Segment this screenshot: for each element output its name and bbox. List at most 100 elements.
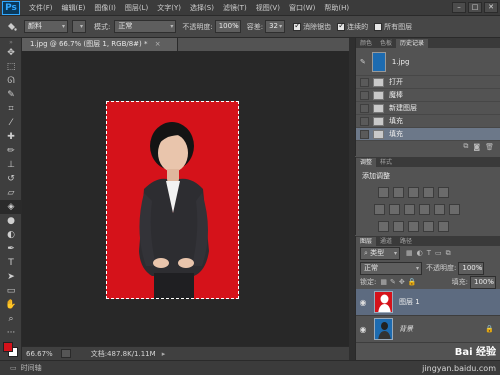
- tab-color[interactable]: 颜色: [356, 39, 376, 48]
- crop-tool-icon[interactable]: ⌗: [0, 102, 22, 116]
- tab-layers[interactable]: 图层: [356, 237, 377, 246]
- menu-help[interactable]: 帮助(H): [324, 3, 349, 13]
- lasso-tool-icon[interactable]: ᘏ: [0, 74, 22, 88]
- path-select-tool-icon[interactable]: ➤: [0, 270, 22, 284]
- more-tools-icon[interactable]: ···: [0, 326, 22, 340]
- history-source-box[interactable]: [360, 103, 369, 113]
- eraser-tool-icon[interactable]: ▱: [0, 186, 22, 200]
- vibrance-icon[interactable]: [438, 187, 449, 198]
- foreground-color-swatch[interactable]: [3, 342, 13, 352]
- timeline-label[interactable]: 时间轴: [21, 363, 42, 373]
- camera-icon[interactable]: ◙: [473, 143, 480, 151]
- layer-row[interactable]: ◉ 背景 🔒: [356, 316, 500, 343]
- selective-color-icon[interactable]: [438, 221, 449, 232]
- trash-icon[interactable]: 🗑: [485, 143, 494, 151]
- exposure-icon[interactable]: [423, 187, 434, 198]
- visibility-eye-icon[interactable]: ◉: [356, 298, 370, 307]
- menu-image[interactable]: 图像(I): [94, 3, 116, 13]
- pen-tool-icon[interactable]: ✒: [0, 242, 22, 256]
- type-tool-icon[interactable]: T: [0, 256, 22, 270]
- filter-type-icon[interactable]: T: [427, 249, 431, 258]
- tab-styles[interactable]: 样式: [376, 158, 396, 167]
- tab-history[interactable]: 历史记录: [396, 39, 429, 48]
- levels-icon[interactable]: [393, 187, 404, 198]
- shape-tool-icon[interactable]: ▭: [0, 284, 22, 298]
- menu-select[interactable]: 选择(S): [190, 3, 214, 13]
- zoom-level[interactable]: 66.67%: [26, 350, 53, 358]
- tolerance-input[interactable]: 32: [265, 20, 286, 33]
- menu-window[interactable]: 窗口(W): [289, 3, 315, 13]
- layer-name[interactable]: 背景: [399, 324, 413, 334]
- filter-smart-icon[interactable]: ⧉: [446, 249, 451, 258]
- blend-mode-select[interactable]: 正常: [360, 261, 422, 275]
- history-item[interactable]: 打开: [356, 76, 500, 89]
- maximize-button[interactable]: □: [468, 2, 482, 13]
- status-menu-icon[interactable]: [60, 349, 71, 358]
- opacity-input[interactable]: 100%: [214, 20, 241, 33]
- lock-icons[interactable]: ▦✎✥🔒: [380, 278, 419, 286]
- tab-adjustments[interactable]: 调整: [356, 158, 377, 167]
- new-doc-from-state-icon[interactable]: ⧉: [463, 142, 468, 151]
- history-item[interactable]: 填充: [356, 115, 500, 128]
- invert-icon[interactable]: [378, 221, 389, 232]
- tab-paths[interactable]: 路径: [396, 237, 416, 246]
- history-source-box[interactable]: [360, 90, 369, 100]
- stamp-tool-icon[interactable]: ⊥: [0, 158, 22, 172]
- channel-mixer-icon[interactable]: [434, 204, 445, 215]
- menu-type[interactable]: 文字(Y): [157, 3, 181, 13]
- eyedropper-tool-icon[interactable]: ⁄: [0, 116, 22, 130]
- layer-opacity-input[interactable]: 100%: [458, 261, 485, 275]
- move-tool-icon[interactable]: ✥: [0, 46, 22, 60]
- history-snapshot[interactable]: ✎ 1.jpg: [356, 48, 500, 76]
- healing-tool-icon[interactable]: ✚: [0, 130, 22, 144]
- posterize-icon[interactable]: [393, 221, 404, 232]
- filter-shape-icon[interactable]: ▭: [435, 249, 442, 258]
- history-source-box[interactable]: [360, 129, 369, 139]
- brightness-icon[interactable]: [378, 187, 389, 198]
- zoom-tool-icon[interactable]: ⌕: [0, 312, 22, 326]
- tab-swatches[interactable]: 色板: [376, 39, 396, 48]
- antialias-checkbox[interactable]: 消除锯齿: [293, 21, 331, 32]
- color-swatches[interactable]: [3, 342, 19, 358]
- contiguous-checkbox[interactable]: 连续的: [337, 21, 368, 32]
- timeline-icon[interactable]: ▭: [10, 364, 17, 372]
- black-white-icon[interactable]: [404, 204, 415, 215]
- fill-source-select[interactable]: 颜料: [24, 20, 68, 33]
- status-arrow-icon[interactable]: ▸: [162, 350, 166, 358]
- blur-tool-icon[interactable]: ●: [0, 214, 22, 228]
- menu-layer[interactable]: 图层(L): [125, 3, 148, 13]
- tab-channels[interactable]: 通道: [376, 237, 396, 246]
- paint-bucket-icon[interactable]: [4, 20, 18, 34]
- paint-bucket-tool-icon[interactable]: ◈: [0, 200, 22, 214]
- history-source-box[interactable]: [360, 116, 369, 126]
- close-button[interactable]: ✕: [484, 2, 498, 13]
- filter-pixel-icon[interactable]: ▦: [406, 249, 413, 258]
- hand-tool-icon[interactable]: ✋: [0, 298, 22, 312]
- visibility-eye-icon[interactable]: ◉: [356, 325, 370, 334]
- quick-select-tool-icon[interactable]: ✎: [0, 88, 22, 102]
- dodge-tool-icon[interactable]: ◐: [0, 228, 22, 242]
- history-brush-icon[interactable]: ↺: [0, 172, 22, 186]
- filter-adjustment-icon[interactable]: ◐: [417, 249, 423, 258]
- history-item[interactable]: 新建图层: [356, 102, 500, 115]
- brush-tool-icon[interactable]: ✏: [0, 144, 22, 158]
- menu-filter[interactable]: 滤镜(T): [223, 3, 247, 13]
- layer-filter-select[interactable]: ⌕ 类型: [360, 247, 400, 260]
- document-tab[interactable]: 1.jpg @ 66.7% (图层 1, RGB/8#) * ×: [22, 38, 178, 51]
- close-tab-icon[interactable]: ×: [155, 40, 161, 48]
- layer-name[interactable]: 图层 1: [399, 297, 420, 307]
- color-lookup-icon[interactable]: [449, 204, 460, 215]
- history-item[interactable]: 魔棒: [356, 89, 500, 102]
- menu-view[interactable]: 视图(V): [256, 3, 280, 13]
- threshold-icon[interactable]: [408, 221, 419, 232]
- photo-filter-icon[interactable]: [419, 204, 430, 215]
- menu-file[interactable]: 文件(F): [29, 3, 53, 13]
- curves-icon[interactable]: [408, 187, 419, 198]
- gradient-map-icon[interactable]: [423, 221, 434, 232]
- mode-select[interactable]: 正常: [114, 20, 177, 33]
- tools-collapse-icon[interactable]: »: [0, 38, 22, 46]
- canvas-area[interactable]: [22, 51, 349, 346]
- marquee-tool-icon[interactable]: ⬚: [0, 60, 22, 74]
- all-layers-checkbox[interactable]: 所有图层: [374, 22, 412, 32]
- history-item-selected[interactable]: 填充: [356, 128, 500, 141]
